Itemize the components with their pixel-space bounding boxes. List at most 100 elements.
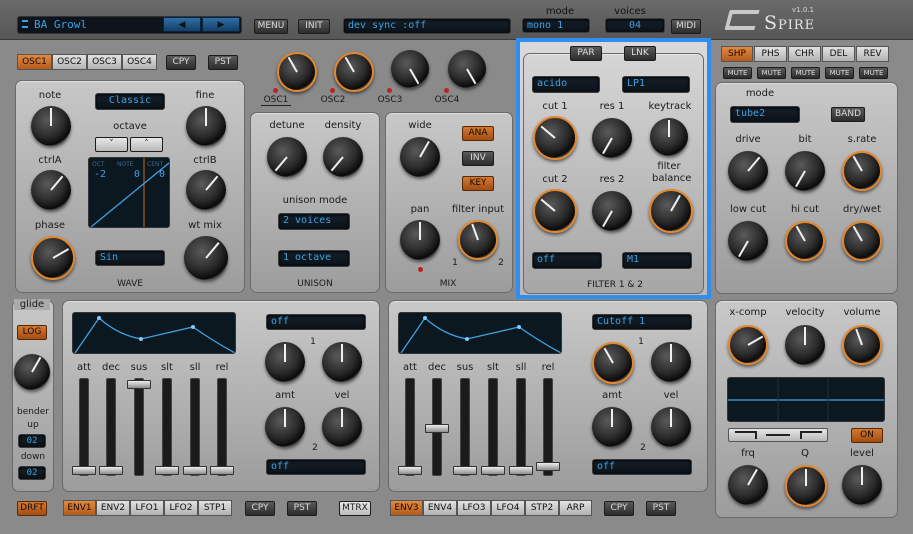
mute-shp-button[interactable]: MUTE	[723, 67, 752, 79]
cut2-knob[interactable]	[533, 189, 577, 233]
mtrx-button[interactable]: MTRX	[339, 501, 371, 516]
osc2-led-label[interactable]: OSC2	[318, 95, 348, 105]
bender-down-value[interactable]: 02	[18, 466, 46, 480]
level-knob[interactable]	[842, 465, 882, 505]
env-right-att-handle[interactable]	[398, 466, 422, 475]
q-knob[interactable]	[785, 465, 827, 507]
dry-wet-knob[interactable]	[842, 221, 882, 261]
menu-button[interactable]: MENU	[254, 19, 288, 34]
osc3-led-label[interactable]: OSC3	[375, 95, 405, 105]
pan-knob[interactable]	[400, 220, 440, 260]
env-left-sll-slider[interactable]	[190, 378, 200, 476]
mod-paste-button[interactable]: PST	[287, 501, 317, 516]
env-left-sus-handle[interactable]	[127, 380, 151, 389]
par-button[interactable]: PAR	[570, 46, 602, 61]
filter1-type-select[interactable]: acido	[532, 76, 600, 93]
env-right-dest-bottom[interactable]: off	[592, 459, 692, 475]
osc-copy-button[interactable]: CPY	[166, 55, 196, 70]
mod2-paste-button[interactable]: PST	[646, 501, 676, 516]
mute-rev-button[interactable]: MUTE	[859, 67, 888, 79]
drft-button[interactable]: DRFT	[17, 501, 47, 516]
tab-lfo2[interactable]: LFO2	[164, 500, 198, 516]
frq-knob[interactable]	[728, 465, 768, 505]
env-left-slt-slider[interactable]	[162, 378, 172, 476]
osc-paste-button[interactable]: PST	[208, 55, 238, 70]
env-left-amt1-knob[interactable]	[265, 342, 305, 382]
env-left-slt-handle[interactable]	[155, 466, 179, 475]
osc1-led-label[interactable]: OSC1	[261, 95, 291, 106]
octave-up-button[interactable]: ˄	[130, 137, 163, 152]
env-right-slt-slider[interactable]	[488, 378, 498, 476]
wavetable-mode-select[interactable]: Classic	[95, 93, 165, 110]
tab-osc1[interactable]: OSC1	[17, 54, 52, 70]
midi-button[interactable]: MIDI	[671, 19, 701, 34]
env-right-dest-top[interactable]: Cutoff 1	[592, 314, 692, 330]
bender-up-value[interactable]: 02	[18, 434, 46, 448]
env-left-vel1-knob[interactable]	[322, 342, 362, 382]
inv-button[interactable]: INV	[462, 151, 494, 166]
next-preset-button[interactable]: ▶	[202, 17, 240, 32]
cut1-knob[interactable]	[533, 116, 577, 160]
filter2-mode-select[interactable]: M1	[622, 252, 692, 269]
fine-knob[interactable]	[186, 106, 226, 146]
env-right-dec-handle[interactable]	[425, 424, 449, 433]
eq-on-button[interactable]: ON	[851, 428, 883, 443]
tab-stp1[interactable]: STP1	[198, 500, 232, 516]
res2-knob[interactable]	[592, 191, 632, 231]
res1-knob[interactable]	[592, 118, 632, 158]
filter2-type-select[interactable]: LP1	[622, 76, 690, 93]
osc4-led-label[interactable]: OSC4	[432, 95, 462, 105]
density-knob[interactable]	[323, 137, 363, 177]
note-knob[interactable]	[31, 106, 71, 146]
osc4-volume-knob[interactable]	[448, 50, 486, 88]
preset-menu-icon[interactable]	[22, 20, 28, 28]
detune-knob[interactable]	[267, 137, 307, 177]
ctrlA-knob[interactable]	[31, 170, 71, 210]
tab-env4[interactable]: ENV4	[423, 500, 457, 516]
tab-osc3[interactable]: OSC3	[87, 54, 122, 70]
env-left-amt2-knob[interactable]	[265, 407, 305, 447]
tab-osc4[interactable]: OSC4	[122, 54, 157, 70]
env-right-sus-handle[interactable]	[453, 466, 477, 475]
env-right-amt2-knob[interactable]	[592, 407, 632, 447]
octave-down-button[interactable]: ˅	[95, 137, 128, 152]
key-button[interactable]: KEY	[462, 176, 494, 191]
volume-knob[interactable]	[842, 325, 882, 365]
env-left-sus-slider[interactable]	[134, 378, 144, 476]
mute-phs-button[interactable]: MUTE	[757, 67, 786, 79]
glide-log-button[interactable]: LOG	[17, 325, 47, 340]
env-left-att-slider[interactable]	[79, 378, 89, 476]
phase-knob[interactable]	[31, 236, 75, 280]
env-right-vel1-knob[interactable]	[651, 342, 691, 382]
mute-del-button[interactable]: MUTE	[825, 67, 854, 79]
env-left-rel-handle[interactable]	[210, 466, 234, 475]
tab-phs[interactable]: PHS	[754, 46, 787, 62]
env-left-dest-top[interactable]: off	[266, 314, 366, 330]
eq-highshelf-icon[interactable]	[800, 431, 822, 439]
tab-lfo4[interactable]: LFO4	[491, 500, 525, 516]
env-right-sll-handle[interactable]	[509, 466, 533, 475]
tab-chr[interactable]: CHR	[788, 46, 821, 62]
tab-rev[interactable]: REV	[856, 46, 889, 62]
osc3-volume-knob[interactable]	[391, 50, 429, 88]
filter1-mode-select[interactable]: off	[532, 252, 602, 269]
x-comp-knob[interactable]	[728, 325, 768, 365]
env-right-rel-handle[interactable]	[536, 462, 560, 471]
band-button[interactable]: BAND	[831, 107, 865, 122]
velocity-knob[interactable]	[785, 325, 825, 365]
tab-shp[interactable]: SHP	[721, 46, 753, 62]
tab-stp2[interactable]: STP2	[525, 500, 559, 516]
unison-mode-select[interactable]: 2 voices	[278, 213, 350, 230]
env-left-vel2-knob[interactable]	[322, 407, 362, 447]
osc2-volume-knob[interactable]	[334, 52, 374, 92]
tab-del[interactable]: DEL	[822, 46, 855, 62]
wide-knob[interactable]	[400, 137, 440, 177]
filter-input-knob[interactable]	[458, 220, 498, 260]
unison-octave-select[interactable]: 1 octave	[278, 250, 350, 267]
osc1-volume-knob[interactable]	[277, 52, 317, 92]
lnk-button[interactable]: LNK	[624, 46, 656, 61]
eq-peak-icon[interactable]	[766, 434, 790, 436]
mute-chr-button[interactable]: MUTE	[791, 67, 820, 79]
keytrack-knob[interactable]	[650, 118, 688, 156]
srate-knob[interactable]	[842, 151, 882, 191]
